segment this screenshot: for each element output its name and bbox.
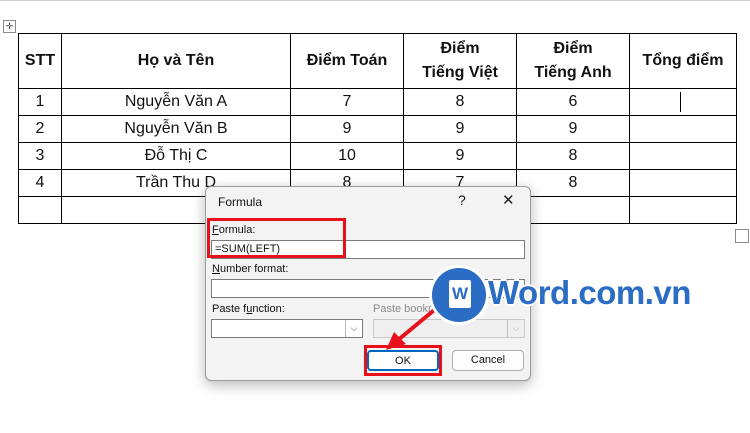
table-row: 1 Nguyễn Văn A 7 8 6 (18, 88, 737, 116)
chevron-down-icon[interactable]: ⌵ (345, 320, 362, 337)
table-cell[interactable]: 9 (516, 115, 630, 143)
table-cell[interactable]: 7 (290, 88, 404, 116)
resize-handle-icon[interactable] (735, 229, 749, 243)
header-stt[interactable]: STT (18, 33, 62, 89)
move-handle-icon[interactable]: ✛ (3, 20, 16, 33)
table-row: 2 Nguyễn Văn B 9 9 9 (18, 115, 737, 143)
table-cell[interactable]: Nguyễn Văn A (61, 88, 291, 116)
table-cell[interactable]: 9 (290, 115, 404, 143)
table-cell[interactable]: 8 (403, 88, 517, 116)
text-cursor (680, 92, 681, 112)
dialog-title: Formula (218, 195, 263, 209)
header-name[interactable]: Họ và Tên (61, 33, 291, 89)
table-cell[interactable]: 3 (18, 142, 62, 170)
formula-input[interactable]: =SUM(LEFT) (211, 240, 525, 259)
paste-function-label: Paste function: (212, 303, 285, 315)
table-cell[interactable]: Đỗ Thị C (61, 142, 291, 170)
cancel-button[interactable]: Cancel (452, 350, 524, 371)
table-cell[interactable] (516, 196, 630, 224)
table-cell[interactable] (629, 142, 737, 170)
paste-function-select[interactable]: ⌵ (211, 319, 363, 338)
formula-label: Formula: (212, 224, 256, 236)
table-cell[interactable]: 8 (516, 169, 630, 197)
header-vietnamese[interactable]: Điểm Tiếng Việt (403, 33, 517, 89)
table-cell[interactable]: 4 (18, 169, 62, 197)
table-cell[interactable] (629, 169, 737, 197)
table-header-row: STT Họ và Tên Điểm Toán Điểm Tiếng Việt … (18, 33, 737, 89)
table-row: 3 Đỗ Thị C 10 9 8 (18, 142, 737, 170)
watermark-text: Word.com.vn (488, 274, 691, 311)
header-total[interactable]: Tổng điểm (629, 33, 737, 89)
table-cell[interactable] (629, 196, 737, 224)
table-cell[interactable]: 8 (516, 142, 630, 170)
page-edge (0, 0, 750, 1)
header-math[interactable]: Điểm Toán (290, 33, 404, 89)
word-logo-icon: W (432, 268, 486, 322)
table-cell[interactable]: 9 (403, 142, 517, 170)
table-cell[interactable]: Nguyễn Văn B (61, 115, 291, 143)
table-cell[interactable] (629, 88, 737, 116)
number-format-label: Number format: (212, 263, 289, 275)
close-icon[interactable]: ✕ (502, 191, 515, 209)
chevron-down-icon: ⌵ (507, 320, 524, 337)
table-cell[interactable] (18, 196, 62, 224)
table-cell[interactable]: 10 (290, 142, 404, 170)
table-cell[interactable]: 6 (516, 88, 630, 116)
table-cell[interactable]: 1 (18, 88, 62, 116)
help-icon[interactable]: ? (458, 192, 466, 208)
table-cell[interactable]: 2 (18, 115, 62, 143)
table-cell[interactable] (629, 115, 737, 143)
table-cell[interactable]: 9 (403, 115, 517, 143)
header-english[interactable]: Điểm Tiếng Anh (516, 33, 630, 89)
